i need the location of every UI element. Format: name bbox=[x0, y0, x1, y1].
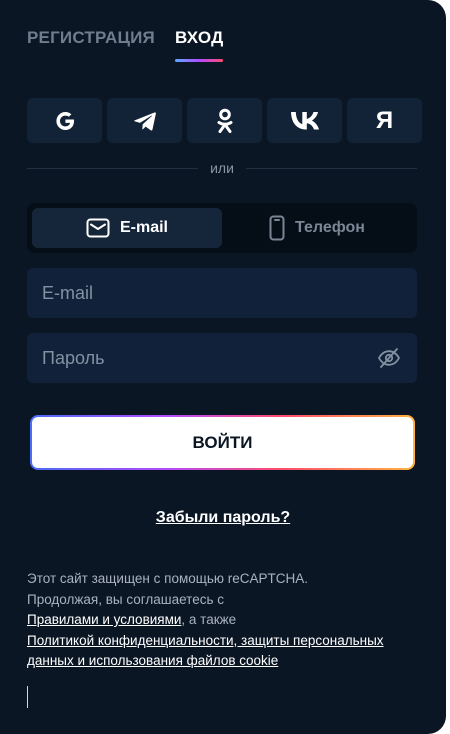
switch-email[interactable]: E-mail bbox=[32, 208, 222, 248]
legal-rules-line: Правилами и условиями, а также bbox=[27, 610, 387, 631]
switch-phone-label: Телефон bbox=[295, 219, 365, 236]
email-field-wrapper bbox=[27, 268, 417, 318]
text-cursor bbox=[27, 686, 28, 708]
envelope-icon bbox=[86, 218, 110, 238]
odnoklassniki-icon bbox=[217, 108, 232, 133]
google-icon bbox=[55, 111, 74, 130]
yandex-login-button[interactable]: Я bbox=[347, 98, 422, 143]
forgot-password-link[interactable]: Забыли пароль? bbox=[156, 509, 290, 526]
email-field[interactable] bbox=[42, 282, 402, 304]
tab-login[interactable]: ВХОД bbox=[174, 28, 224, 62]
google-login-button[interactable] bbox=[27, 98, 102, 143]
password-field-wrapper bbox=[27, 333, 417, 383]
switch-email-label: E-mail bbox=[119, 219, 168, 236]
vk-login-button[interactable] bbox=[267, 98, 342, 143]
login-button[interactable]: ВОЙТИ bbox=[32, 417, 413, 468]
password-field[interactable] bbox=[42, 347, 376, 369]
odnoklassniki-login-button[interactable] bbox=[187, 98, 262, 143]
smartphone-icon bbox=[269, 215, 285, 241]
rules-link[interactable]: Правилами и условиями bbox=[27, 612, 181, 627]
legal-recaptcha-text: Этот сайт защищен с помощью reCAPTCHA. bbox=[27, 571, 309, 586]
auth-tabs: РЕГИСТРАЦИЯ ВХОД bbox=[27, 28, 224, 62]
telegram-login-button[interactable] bbox=[107, 98, 182, 143]
privacy-policy-link[interactable]: Политикой конфиденциальности, защиты пер… bbox=[27, 633, 384, 669]
login-method-switch: E-mail Телефон bbox=[27, 203, 417, 253]
divider-line-left bbox=[27, 167, 199, 169]
eye-off-icon bbox=[377, 348, 401, 368]
legal-agree-text: Продолжая, вы соглашаетесь с bbox=[27, 591, 225, 607]
toggle-password-visibility-button[interactable] bbox=[376, 345, 402, 371]
vk-icon bbox=[290, 111, 319, 129]
forgot-password: Забыли пароль? bbox=[0, 509, 446, 527]
submit-button-border: ВОЙТИ bbox=[30, 415, 415, 470]
auth-modal: РЕГИСТРАЦИЯ ВХОД Я или E-mail Телефон E-… bbox=[0, 0, 446, 734]
divider-line-right bbox=[245, 167, 417, 169]
legal-also-text: , а также bbox=[181, 612, 237, 627]
divider-text: или bbox=[210, 160, 234, 176]
yandex-icon: Я bbox=[375, 106, 394, 134]
social-login-buttons: Я bbox=[27, 98, 422, 143]
switch-phone[interactable]: Телефон bbox=[222, 208, 412, 248]
legal-privacy-line: Политикой конфиденциальности, защиты пер… bbox=[27, 631, 387, 672]
divider: или bbox=[27, 158, 417, 178]
telegram-icon bbox=[133, 111, 156, 131]
tab-register[interactable]: РЕГИСТРАЦИЯ bbox=[27, 28, 155, 62]
legal-notice: Этот сайт защищен с помощью reCAPTCHA. П… bbox=[27, 569, 387, 672]
